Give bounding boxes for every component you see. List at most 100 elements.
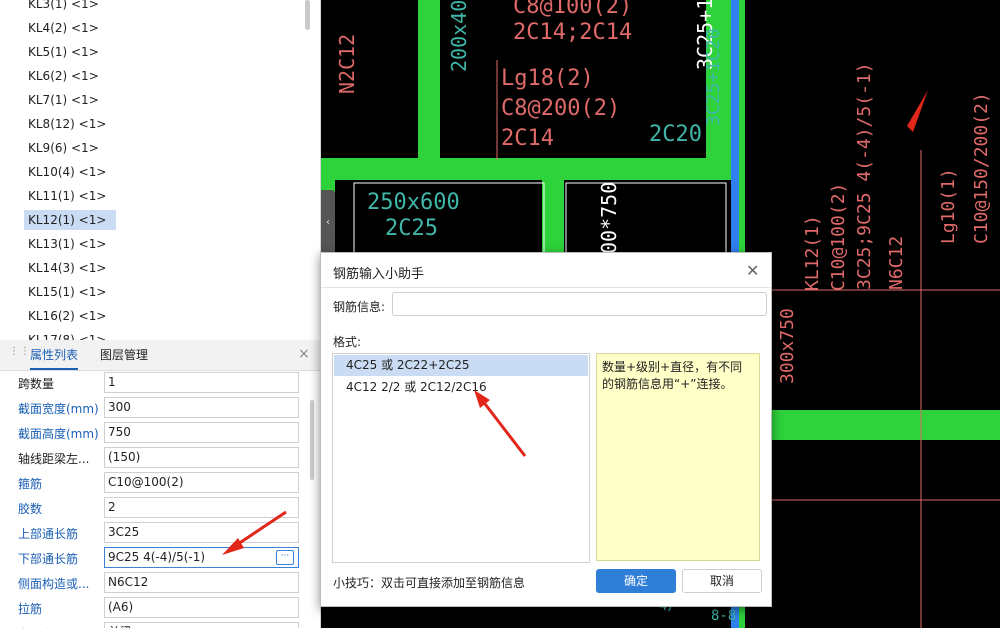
format-item[interactable]: 4C12 2/2 或 2C12/2C16 <box>334 377 588 398</box>
tree-scrollbar[interactable] <box>305 0 310 30</box>
property-label: 截面高度(mm) <box>18 427 99 441</box>
beam-horizontal-top <box>321 158 741 180</box>
cad-text: 2C14 <box>501 126 554 151</box>
close-icon[interactable]: × <box>298 346 310 362</box>
beam-outline-2 <box>565 182 727 264</box>
property-label: 截面宽度(mm) <box>18 402 99 416</box>
tab-layer-management[interactable]: 图层管理 <box>100 340 148 370</box>
beam-vertical-2 <box>542 180 564 260</box>
rebar-input-assistant-dialog: 钢筋输入小助手 ✕ 钢筋信息: 格式: 4C25 或 2C22+2C25 4C1… <box>320 252 772 607</box>
property-value: 300 <box>108 400 131 414</box>
dialog-title: 钢筋输入小助手 <box>333 267 425 282</box>
properties-scrollbar[interactable] <box>310 400 314 480</box>
tree-item[interactable]: KL11(1) <1> <box>24 186 110 206</box>
cad-text: C10@150/200(2) <box>971 92 992 244</box>
tree-item[interactable]: KL10(4) <1> <box>24 162 110 182</box>
property-value-field[interactable]: 3C25 <box>104 522 299 543</box>
property-value: C10@100(2) <box>108 475 184 489</box>
cad-text: Lg10(1) <box>938 168 959 244</box>
property-value: 1 <box>108 375 116 389</box>
property-value: 2 <box>108 500 116 514</box>
properties-panel: ⋮⋮ 属性列表 图层管理 × 跨数量 1 截面宽度(mm) 300 截面高度(mm) 75… <box>0 340 321 628</box>
property-label: 轴线距梁左... <box>18 452 90 466</box>
arrow-annotation-1 <box>907 90 928 132</box>
cad-text: C8@200(2) <box>501 96 621 121</box>
format-list: 4C25 或 2C22+2C25 4C12 2/2 或 2C12/2C16 <box>332 353 590 563</box>
property-row: 下部通长筋 9C25 4(-4)/5(-1) ··· <box>0 545 320 570</box>
property-label: 上部通长筋 <box>18 527 79 541</box>
property-value: 3C25 <box>108 525 140 539</box>
property-row: 胶数 2 <box>0 495 320 520</box>
tree-item[interactable]: KL9(6) <1> <box>24 138 103 158</box>
rebar-info-label: 钢筋信息: <box>333 300 386 314</box>
tree-item[interactable]: KL16(2) <1> <box>24 306 110 326</box>
tree-item[interactable]: KL14(3) <1> <box>24 258 110 278</box>
property-row: 轴线距梁左... (150) <box>0 445 320 470</box>
property-label: 胶数 <box>18 502 43 516</box>
cad-text: Lg18(2) <box>501 66 594 91</box>
cad-text: N2C12 <box>335 33 359 94</box>
collapse-panel-handle[interactable]: ‹ <box>321 190 335 256</box>
rebar-info-input[interactable] <box>392 292 767 316</box>
property-label: 箍筋 <box>18 477 43 491</box>
tree-item[interactable]: KL17(8) <1> <box>24 330 110 340</box>
tree-item[interactable]: KL15(1) <1> <box>24 282 110 302</box>
drag-grip-icon[interactable]: ⋮⋮ <box>9 347 30 361</box>
property-value-field[interactable]: 9C25 4(-4)/5(-1) ··· <box>104 547 299 568</box>
property-value-field[interactable]: C10@100(2) <box>104 472 299 493</box>
ellipsis-icon[interactable]: ··· <box>276 550 294 565</box>
format-item[interactable]: 4C25 或 2C22+2C25 <box>334 355 588 376</box>
tree-item[interactable]: KL12(1) <1> <box>24 210 116 230</box>
divider <box>321 287 771 288</box>
cad-text: 8-8 <box>711 608 737 624</box>
format-label: 格式: <box>333 335 362 349</box>
tree-item[interactable]: KL3(1) <1> <box>24 0 103 14</box>
tree-item[interactable]: KL4(2) <1> <box>24 18 103 38</box>
tree-item[interactable]: KL8(12) <1> <box>24 114 110 134</box>
property-label: 跨数量 <box>18 377 55 391</box>
property-value-field[interactable]: (150) <box>104 447 299 468</box>
format-hint: 数量+级别+直径，有不同的钢筋信息用“+”连接。 <box>596 353 760 561</box>
property-value-field[interactable]: 单梁 <box>104 622 299 628</box>
property-value: (A6) <box>108 600 134 614</box>
cad-text: 250x600 <box>367 190 460 215</box>
cancel-button[interactable]: 取消 <box>682 569 762 593</box>
property-value-field[interactable]: 750 <box>104 422 299 443</box>
property-value-field[interactable]: 300 <box>104 397 299 418</box>
tip-text: 小技巧：双击可直接添加至钢筋信息 <box>333 576 526 590</box>
cad-text: 3C25;9C25 4(-4)/5(-1) <box>854 62 875 290</box>
property-value-field[interactable]: (A6) <box>104 597 299 618</box>
ok-button[interactable]: 确定 <box>596 569 676 593</box>
cad-text: C10@100(2) <box>828 182 849 291</box>
cad-text: C8@100(2) <box>513 0 633 19</box>
property-value: 9C25 4(-4)/5(-1) <box>108 550 206 564</box>
property-row: 截面宽度(mm) 300 <box>0 395 320 420</box>
property-label: 侧面构造或... <box>18 577 90 591</box>
cad-text: 2C25 <box>385 216 438 241</box>
property-row: 定额类别单梁 <box>0 620 320 628</box>
cad-text: 2C14;2C14 <box>513 20 633 45</box>
property-value: (150) <box>108 450 141 464</box>
property-row: 上部通长筋 3C25 <box>0 520 320 545</box>
tab-property-list[interactable]: 属性列表 <box>30 340 79 370</box>
tree-item[interactable]: KL5(1) <1> <box>24 42 103 62</box>
tree-item[interactable]: KL13(1) <1> <box>24 234 110 254</box>
property-row: 截面高度(mm) 750 <box>0 420 320 445</box>
cad-text: 2C20 <box>649 122 702 147</box>
cad-text: KL12(1) <box>802 215 823 291</box>
property-label: 下部通长筋 <box>18 552 79 566</box>
beam-tree-panel: KL3(1) <1> KL4(2) <1> KL5(1) <1> KL6(2) <1>… <box>0 0 321 340</box>
property-value-field[interactable]: N6C12 <box>104 572 299 593</box>
property-value-field[interactable]: 1 <box>104 372 299 393</box>
property-label: 拉筋 <box>18 602 43 616</box>
tree-item[interactable]: KL7(1) <1> <box>24 90 103 110</box>
close-icon[interactable]: ✕ <box>746 261 759 280</box>
property-row: 拉筋 (A6) <box>0 595 320 620</box>
beam-horizontal-right <box>770 410 1000 440</box>
cad-text: N6C12 <box>886 235 907 290</box>
cad-text: 200x400 <box>447 0 471 72</box>
tree-item[interactable]: KL6(2) <1> <box>24 66 103 86</box>
property-value-field[interactable]: 2 <box>104 497 299 518</box>
property-row: 跨数量 1 <box>0 370 320 395</box>
cad-text: 300x750 <box>777 308 798 384</box>
